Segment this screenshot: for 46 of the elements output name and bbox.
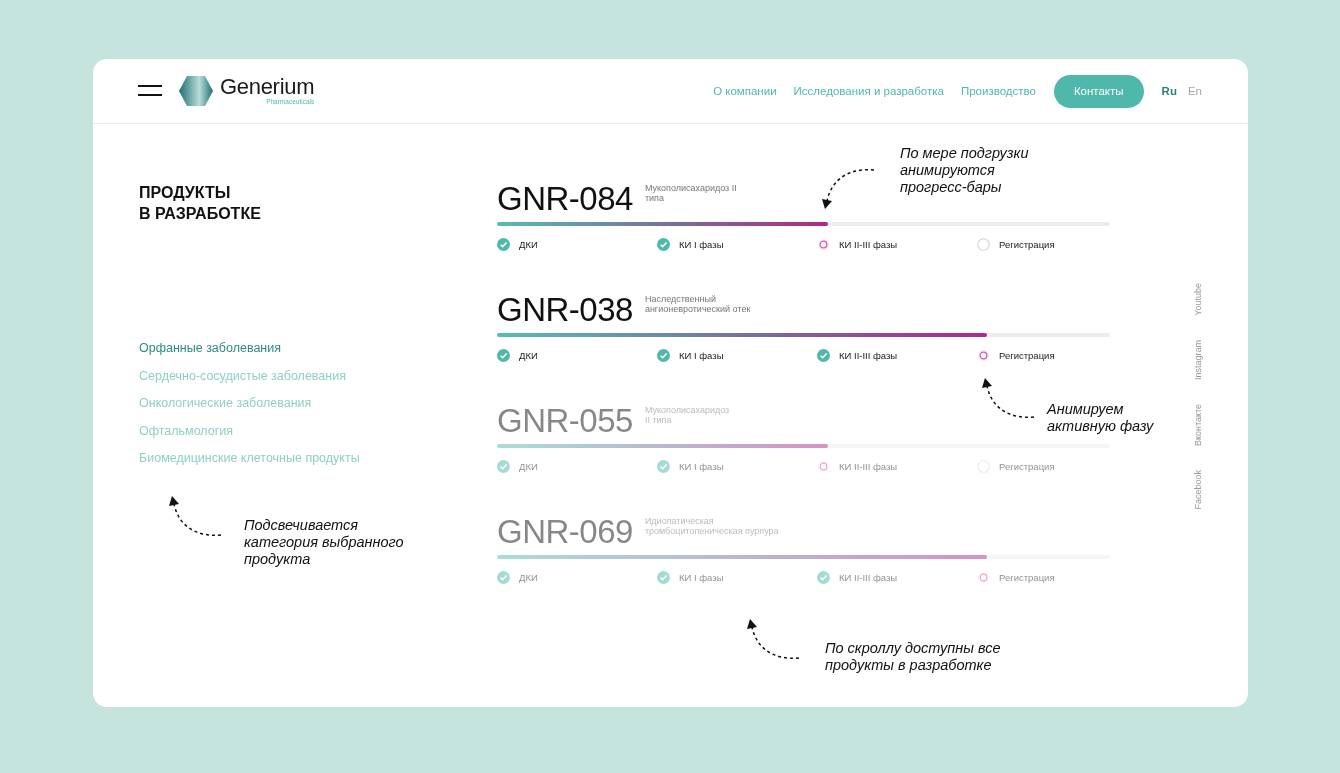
logo-wordmark: Generium <box>220 76 315 99</box>
phase-label: ДКИ <box>519 350 538 361</box>
category-link[interactable]: Орфанные заболевания <box>139 340 497 358</box>
social-link[interactable]: Youtube <box>1193 283 1203 316</box>
phase-label: КИ I фазы <box>679 572 724 583</box>
phase-label: ДКИ <box>519 572 538 583</box>
product-code: GNR-055 <box>497 403 633 439</box>
nav-link[interactable]: Исследования и разработка <box>793 85 944 97</box>
language-option[interactable]: Ru <box>1161 85 1177 97</box>
phase-label: КИ II-III фазы <box>839 239 898 250</box>
social-link[interactable]: Instagram <box>1193 339 1203 380</box>
phase-label: Регистрация <box>999 461 1055 472</box>
product-code: GNR-084 <box>497 181 633 217</box>
phase-label: Регистрация <box>999 239 1055 250</box>
contacts-button[interactable]: Контакты <box>1053 74 1144 108</box>
category-link[interactable]: Сердечно-сосудистые заболевания <box>139 367 497 385</box>
annotation-note: Подсвечивается категория выбранного продукта <box>244 517 404 568</box>
language-option[interactable]: En <box>1187 85 1202 97</box>
phase-label: КИ I фазы <box>679 239 724 250</box>
annotation-note: По скроллу доступны все продукты в разработке <box>825 640 1001 674</box>
phase-label: Регистрация <box>999 572 1055 583</box>
section-heading: ПРОДУКТЫ В РАЗРАБОТКЕ <box>139 183 262 224</box>
product-description: Наследственный ангионевротический отек <box>644 294 751 316</box>
phase-label: КИ I фазы <box>679 350 724 361</box>
menu-icon[interactable] <box>138 85 162 97</box>
annotation-note: Анимируем активную фазу <box>1047 401 1154 435</box>
phase-label: КИ II-III фазы <box>839 572 898 583</box>
product-description: Идиопатическая тромбоцитопеническая пурпура <box>644 516 779 538</box>
nav-link[interactable]: Производство <box>960 85 1036 97</box>
category-link[interactable]: Биомедицинские клеточные продукты <box>139 450 497 468</box>
phase-label: Регистрация <box>999 350 1055 361</box>
product-description: Мукополисахаридоз II типа <box>644 183 737 205</box>
nav-link[interactable]: О компании <box>713 85 777 97</box>
social-link[interactable]: Facebook <box>1193 469 1203 510</box>
social-link[interactable]: Вконтакте <box>1193 403 1203 446</box>
phase-label: ДКИ <box>519 239 538 250</box>
annotation-note: По мере подгрузки анимируются прогресс-бары <box>900 145 1029 196</box>
product-code: GNR-038 <box>497 292 633 328</box>
phase-label: КИ II-III фазы <box>839 461 898 472</box>
category-link[interactable]: Офтальмология <box>139 422 497 440</box>
category-link[interactable]: Онкологические заболевания <box>139 395 497 413</box>
product-code: GNR-069 <box>497 514 633 550</box>
phase-label: КИ II-III фазы <box>839 350 898 361</box>
phase-label: КИ I фазы <box>679 461 724 472</box>
hexagon-logo-icon <box>178 75 214 107</box>
phase-label: ДКИ <box>519 461 538 472</box>
